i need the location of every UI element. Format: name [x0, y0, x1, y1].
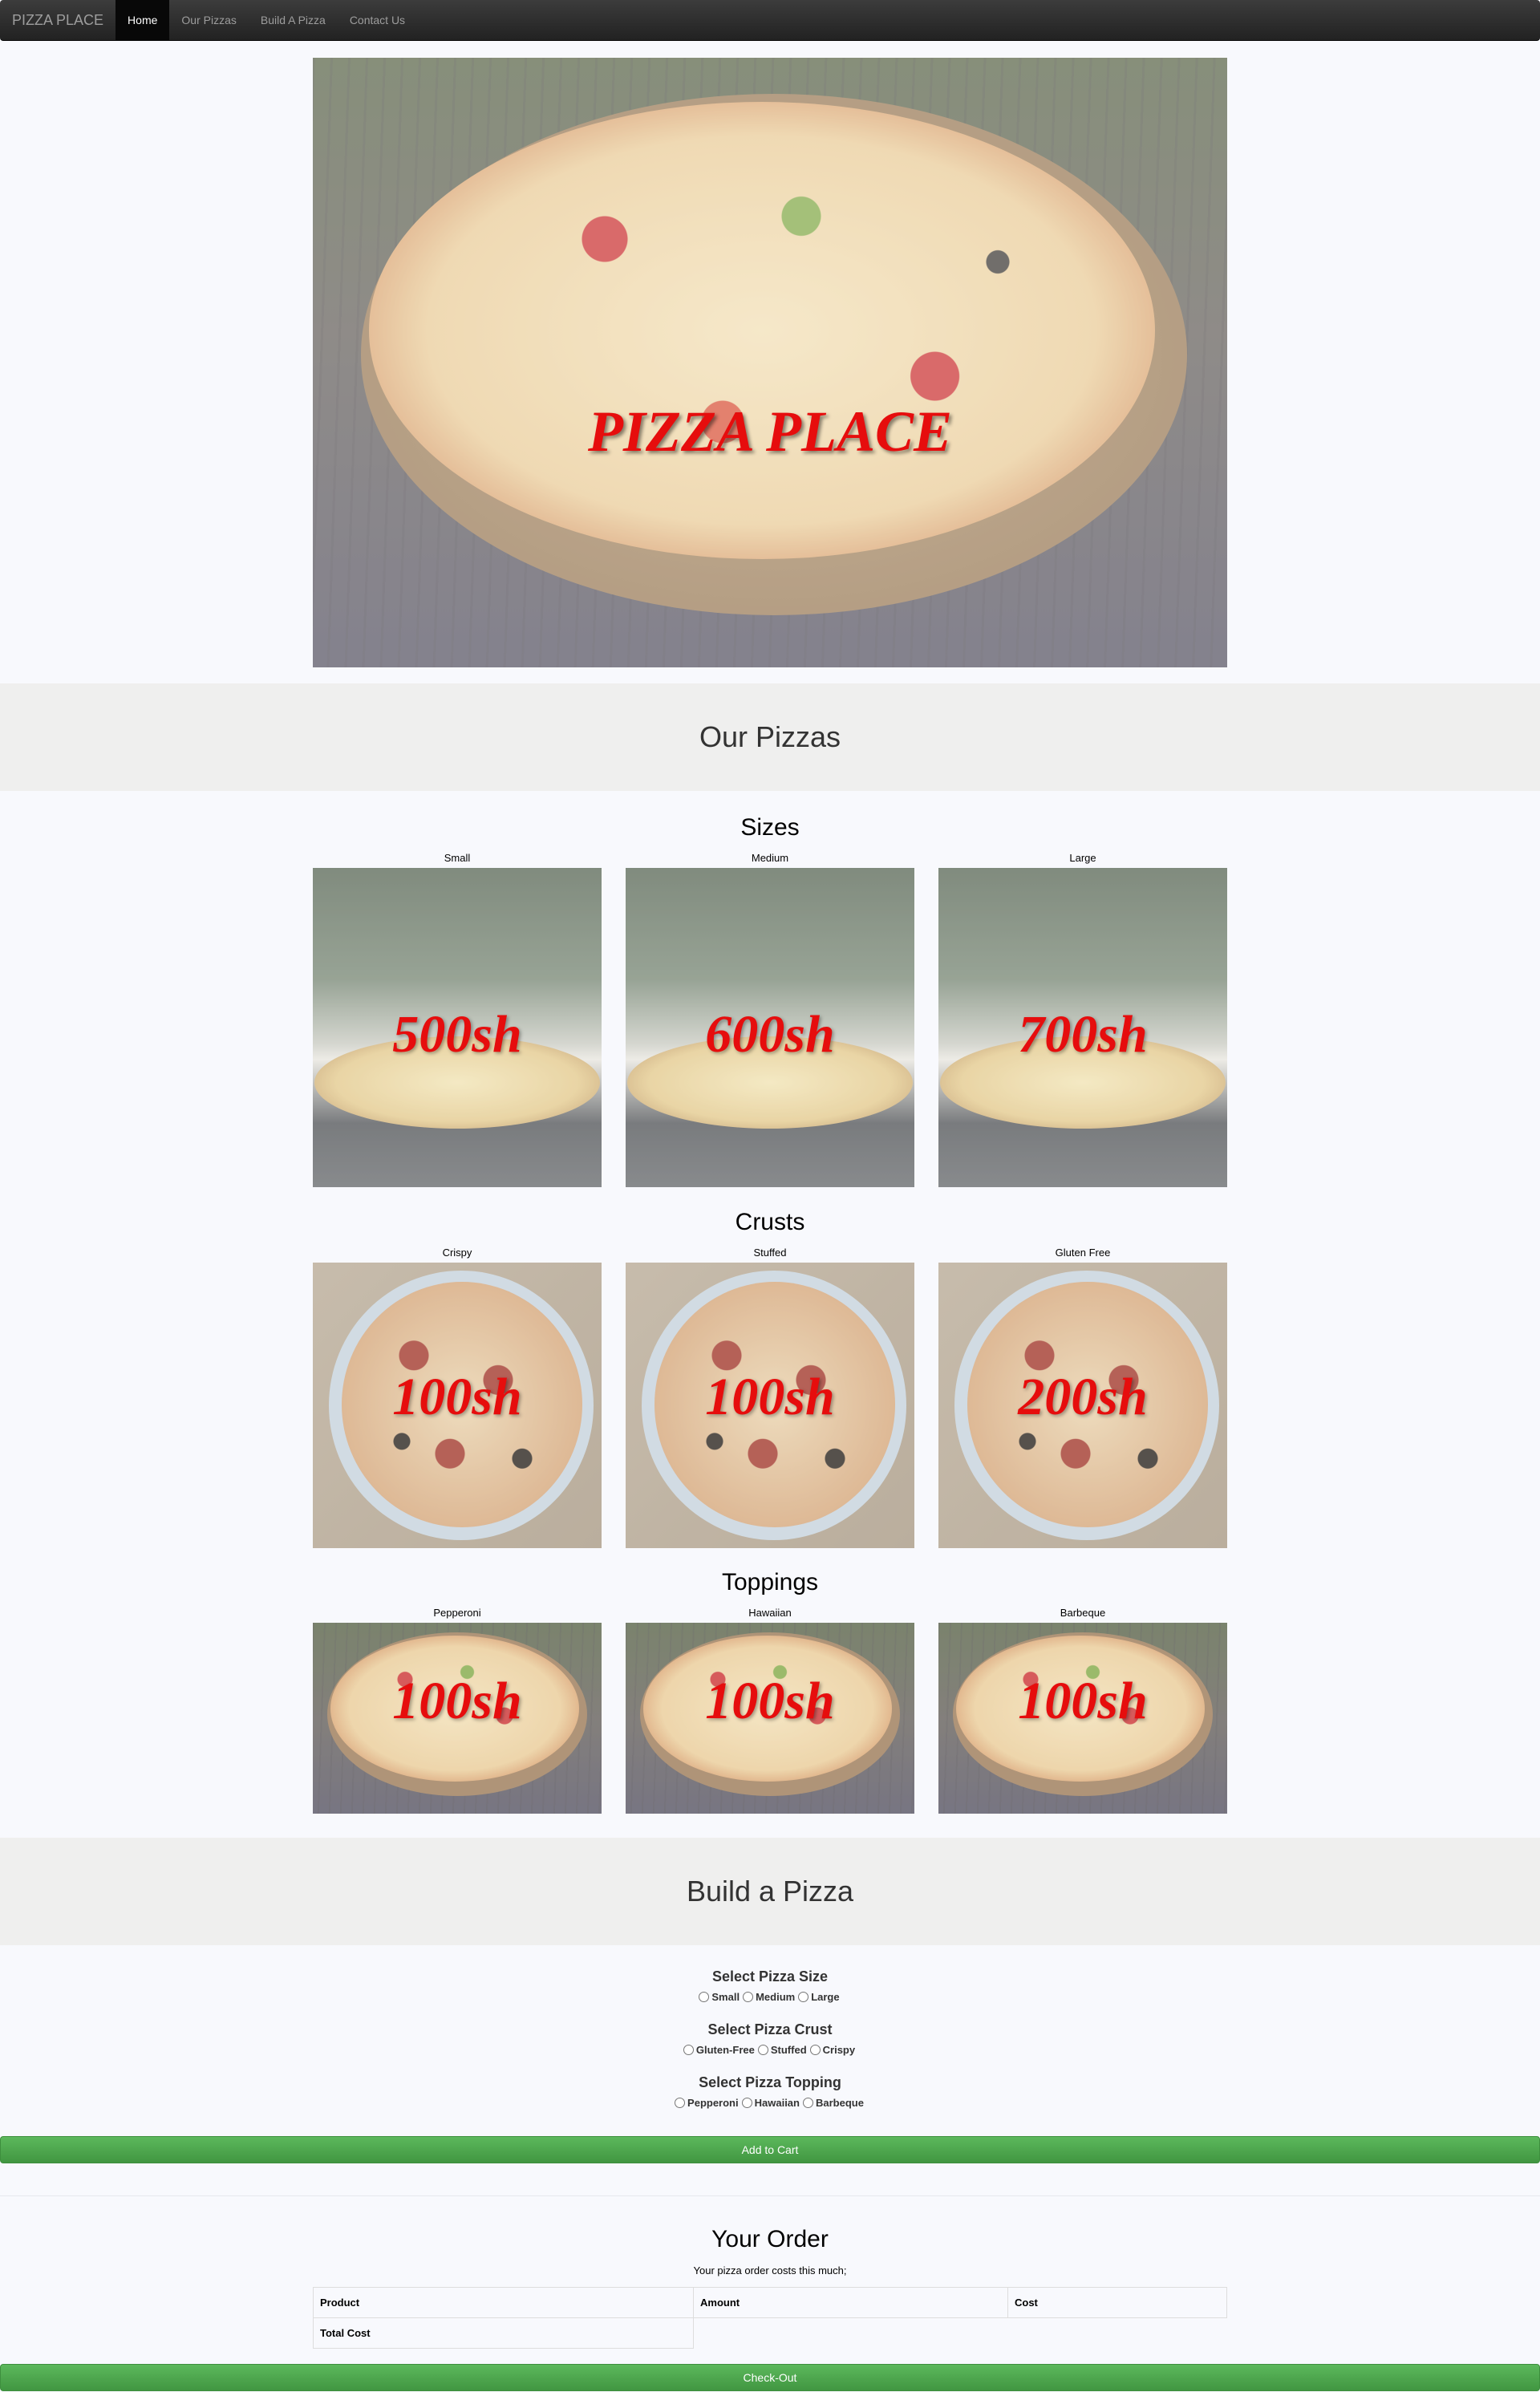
- size-card-large: Large 700sh: [938, 849, 1227, 1187]
- size-label: Small: [444, 852, 471, 864]
- crust-label: Crispy: [442, 1247, 472, 1259]
- topping-radio-hawaiian[interactable]: [741, 2097, 752, 2108]
- order-note: Your pizza order costs this much;: [693, 2264, 847, 2276]
- topping-selector: Select Pizza Topping Pepperoni Hawaiian …: [0, 2071, 1540, 2111]
- crust-image: 100sh: [626, 1263, 914, 1548]
- size-option-small[interactable]: Small: [699, 1991, 740, 2003]
- crust-card-stuffed: Stuffed 100sh: [626, 1243, 914, 1548]
- topping-option-hawaiian[interactable]: Hawaiian: [741, 2097, 800, 2109]
- navbar: PIZZA PLACE Home Our Pizzas Build A Pizz…: [0, 0, 1540, 41]
- size-image: 700sh: [938, 868, 1227, 1187]
- crust-option-gluten-free[interactable]: Gluten-Free: [683, 2044, 755, 2056]
- size-option-medium[interactable]: Medium: [743, 1991, 795, 2003]
- topping-option-barbeque[interactable]: Barbeque: [802, 2097, 864, 2109]
- crust-price: 100sh: [705, 1368, 835, 1426]
- crusts-title: Crusts: [735, 1209, 805, 1235]
- topping-image: 100sh: [313, 1623, 602, 1814]
- size-image: 500sh: [313, 868, 602, 1187]
- order-title: Your Order: [711, 2226, 829, 2252]
- size-option-large[interactable]: Large: [798, 1991, 840, 2003]
- crust-price: 100sh: [392, 1368, 522, 1426]
- size-label: Medium: [751, 852, 789, 864]
- size-label: Large: [1069, 852, 1096, 864]
- crust-image: 100sh: [313, 1263, 602, 1548]
- our-pizzas-heading: Our Pizzas: [699, 720, 841, 753]
- order-table-header: Product Amount Cost: [313, 2287, 1227, 2318]
- crust-option-stuffed[interactable]: Stuffed: [757, 2044, 807, 2056]
- column-product: Product: [313, 2287, 694, 2318]
- order-table: Product Amount Cost Total Cost: [313, 2287, 1227, 2349]
- size-price: 600sh: [705, 1005, 835, 1064]
- total-row: Total Cost: [313, 2317, 1227, 2349]
- crust-label: Gluten Free: [1055, 1247, 1111, 1259]
- crust-card-crispy: Crispy 100sh: [313, 1243, 602, 1548]
- crust-card-gluten-free: Gluten Free 200sh: [938, 1243, 1227, 1548]
- topping-price: 100sh: [1018, 1672, 1148, 1730]
- hero-image: PIZZA PLACE: [313, 58, 1227, 667]
- size-image: 600sh: [626, 868, 914, 1187]
- crust-selector: Select Pizza Crust Gluten-Free Stuffed C…: [0, 2018, 1540, 2058]
- size-selector-title: Select Pizza Size: [711, 1968, 829, 1985]
- topping-image: 100sh: [626, 1623, 914, 1814]
- checkout-button[interactable]: Check-Out: [0, 2364, 1540, 2391]
- size-radio-small[interactable]: [699, 1991, 710, 2002]
- brand-link[interactable]: PIZZA PLACE: [0, 0, 116, 40]
- crust-image: 200sh: [938, 1263, 1227, 1548]
- divider: [0, 2195, 1540, 2196]
- our-pizzas-band: Our Pizzas: [0, 683, 1540, 791]
- size-price: 500sh: [392, 1005, 522, 1064]
- topping-label: Barbeque: [1060, 1607, 1106, 1619]
- size-card-small: Small 500sh: [313, 849, 602, 1187]
- build-pizza-heading: Build a Pizza: [686, 1875, 854, 1908]
- add-to-cart-button[interactable]: Add to Cart: [0, 2136, 1540, 2163]
- topping-image: 100sh: [938, 1623, 1227, 1814]
- topping-selector-title: Select Pizza Topping: [699, 2074, 841, 2090]
- nav-build-a-pizza[interactable]: Build A Pizza: [249, 0, 338, 40]
- topping-radio-barbeque[interactable]: [802, 2097, 813, 2108]
- crust-label: Stuffed: [753, 1247, 787, 1259]
- topping-card-hawaiian: Hawaiian 100sh: [626, 1603, 914, 1814]
- build-pizza-band: Build a Pizza: [0, 1838, 1540, 1945]
- topping-label: Pepperoni: [433, 1607, 481, 1619]
- nav-our-pizzas[interactable]: Our Pizzas: [169, 0, 248, 40]
- nav-home[interactable]: Home: [116, 0, 170, 40]
- topping-card-pepperoni: Pepperoni 100sh: [313, 1603, 602, 1814]
- nav-contact-us[interactable]: Contact Us: [338, 0, 417, 40]
- topping-radio-pepperoni[interactable]: [675, 2097, 686, 2108]
- crust-selector-title: Select Pizza Crust: [707, 2021, 833, 2037]
- topping-card-barbeque: Barbeque 100sh: [938, 1603, 1227, 1814]
- crust-radio-crispy[interactable]: [809, 2044, 821, 2055]
- size-price: 700sh: [1018, 1005, 1148, 1064]
- topping-price: 100sh: [392, 1672, 522, 1730]
- topping-price: 100sh: [705, 1672, 835, 1730]
- topping-option-pepperoni[interactable]: Pepperoni: [675, 2097, 739, 2109]
- total-cost-label: Total Cost: [313, 2317, 694, 2349]
- crust-radio-gluten-free[interactable]: [683, 2044, 694, 2055]
- sizes-title: Sizes: [740, 814, 800, 841]
- topping-label: Hawaiian: [748, 1607, 792, 1619]
- crust-radio-stuffed[interactable]: [757, 2044, 768, 2055]
- column-amount: Amount: [693, 2287, 1008, 2318]
- size-radio-medium[interactable]: [743, 1991, 754, 2002]
- column-cost: Cost: [1007, 2287, 1227, 2318]
- crust-price: 200sh: [1018, 1368, 1148, 1426]
- size-card-medium: Medium 600sh: [626, 849, 914, 1187]
- hero-title: PIZZA PLACE: [587, 399, 953, 464]
- toppings-title: Toppings: [721, 1569, 819, 1595]
- size-radio-large[interactable]: [798, 1991, 809, 2002]
- size-selector: Select Pizza Size Small Medium Large: [0, 1965, 1540, 2005]
- crust-option-crispy[interactable]: Crispy: [809, 2044, 855, 2056]
